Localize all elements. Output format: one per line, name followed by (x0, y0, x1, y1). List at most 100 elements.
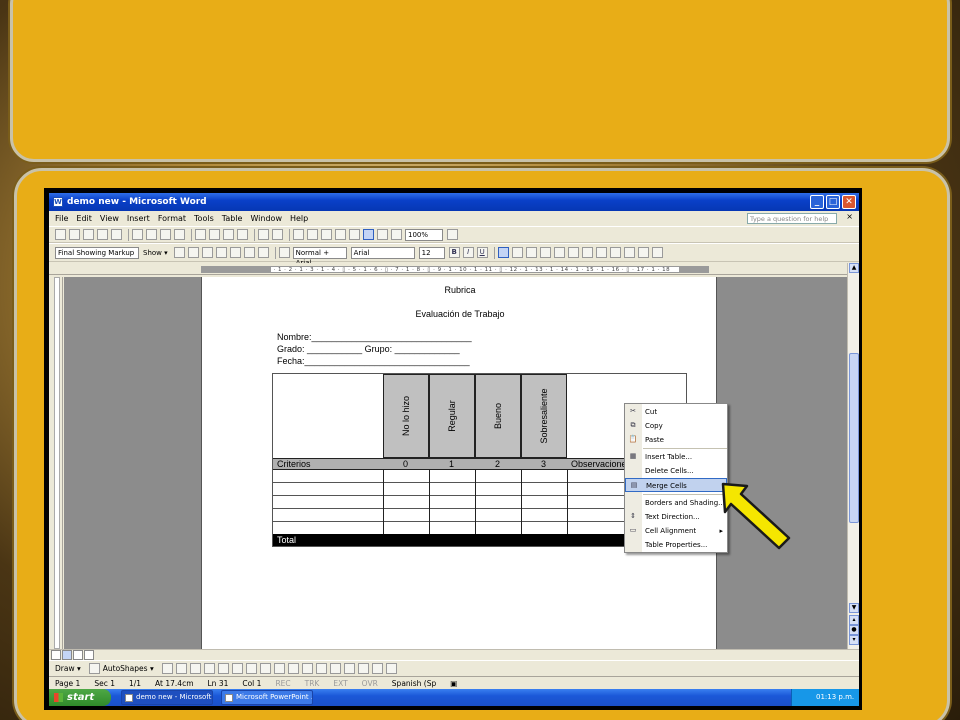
open-folder-icon[interactable] (69, 229, 80, 240)
previous-change-icon[interactable] (173, 247, 185, 258)
next-change-icon[interactable] (187, 247, 199, 258)
dash-style-icon[interactable] (343, 663, 355, 674)
new-document-icon[interactable] (55, 229, 66, 240)
copy-icon[interactable] (209, 229, 220, 240)
close-document-icon[interactable]: × (846, 212, 853, 221)
next-page-icon[interactable]: ▾ (849, 635, 859, 645)
vertical-ruler[interactable] (49, 277, 63, 649)
normal-view-icon[interactable] (51, 650, 61, 660)
accept-change-icon[interactable] (201, 247, 213, 258)
taskbar-powerpoint[interactable]: Microsoft PowerPoint ... (221, 690, 313, 705)
zoom-select[interactable]: 100% (405, 228, 443, 241)
align-right-icon[interactable] (525, 247, 537, 258)
menu-edit[interactable]: Edit (76, 214, 92, 223)
taskbar-word[interactable]: demo new - Microsoft... (121, 690, 213, 705)
bullets-icon[interactable] (581, 247, 593, 258)
cut-icon[interactable] (195, 229, 206, 240)
menu-window[interactable]: Window (250, 214, 282, 223)
menu-tools[interactable]: Tools (194, 214, 214, 223)
vertical-scrollbar[interactable]: ▲ ▼ ▴ ● ▾ (847, 263, 859, 649)
menu-cut[interactable]: ✂ Cut (625, 405, 727, 419)
document-map-icon[interactable] (377, 229, 388, 240)
numbering-icon[interactable] (567, 247, 579, 258)
show-markup-button[interactable]: Show ▾ (143, 249, 168, 257)
bold-icon[interactable]: B (448, 247, 460, 258)
increase-indent-icon[interactable] (609, 247, 621, 258)
line-spacing-icon[interactable] (553, 247, 565, 258)
underline-icon[interactable]: U (476, 247, 488, 258)
spelling-icon[interactable] (160, 229, 171, 240)
line-icon[interactable] (161, 663, 173, 674)
line-color-icon[interactable] (301, 663, 313, 674)
help-icon[interactable] (447, 229, 458, 240)
3d-style-icon[interactable] (385, 663, 397, 674)
scroll-thumb[interactable] (849, 353, 859, 523)
insert-table-icon[interactable] (321, 229, 332, 240)
borders-icon[interactable] (623, 247, 635, 258)
spelling-status-icon[interactable]: ▣ (450, 679, 457, 688)
markup-view-select[interactable]: Final Showing Markup (55, 246, 139, 259)
style-select[interactable]: Normal + Arial (292, 246, 347, 267)
save-icon[interactable] (83, 229, 94, 240)
previous-page-icon[interactable]: ▴ (849, 615, 859, 625)
print-layout-icon[interactable] (73, 650, 83, 660)
status-trk[interactable]: TRK (305, 679, 320, 688)
menu-table[interactable]: Table (222, 214, 243, 223)
wordart-icon[interactable] (231, 663, 243, 674)
track-changes-icon[interactable] (243, 247, 255, 258)
select-objects-icon[interactable] (88, 663, 100, 674)
comment-icon[interactable] (229, 247, 241, 258)
menu-insert[interactable]: Insert (127, 214, 150, 223)
font-select[interactable]: Arial (350, 246, 415, 259)
select-browse-object-icon[interactable]: ● (849, 625, 859, 635)
outline-view-icon[interactable] (84, 650, 94, 660)
help-search-input[interactable]: Type a question for help (747, 213, 837, 224)
format-painter-icon[interactable] (237, 229, 248, 240)
header-no-lo-hizo[interactable]: No lo hizo (383, 374, 429, 458)
rectangle-icon[interactable] (189, 663, 201, 674)
insert-excel-icon[interactable] (335, 229, 346, 240)
menu-paste[interactable]: 📋 Paste (625, 433, 727, 447)
menu-view[interactable]: View (100, 214, 119, 223)
show-hide-icon[interactable] (391, 229, 402, 240)
columns-icon[interactable] (349, 229, 360, 240)
arrow-icon[interactable] (175, 663, 187, 674)
autoshapes-menu-button[interactable]: AutoShapes ▾ (103, 664, 154, 673)
fill-color-icon[interactable] (287, 663, 299, 674)
close-button[interactable]: ✕ (842, 195, 856, 209)
undo-icon[interactable] (258, 229, 269, 240)
highlight-icon[interactable] (637, 247, 649, 258)
status-ext[interactable]: EXT (333, 679, 347, 688)
line-style-icon[interactable] (329, 663, 341, 674)
decrease-indent-icon[interactable] (595, 247, 607, 258)
email-icon[interactable] (111, 229, 122, 240)
title-bar[interactable]: W demo new - Microsoft Word _ □ ✕ (49, 193, 859, 211)
print-preview-icon[interactable] (146, 229, 157, 240)
arrow-style-icon[interactable] (357, 663, 369, 674)
reject-change-icon[interactable] (215, 247, 227, 258)
hyperlink-icon[interactable] (293, 229, 304, 240)
font-size-select[interactable]: 12 (418, 246, 445, 259)
shadow-style-icon[interactable] (371, 663, 383, 674)
paste-icon[interactable] (223, 229, 234, 240)
status-rec[interactable]: REC (275, 679, 290, 688)
redo-icon[interactable] (272, 229, 283, 240)
header-regular[interactable]: Regular (429, 374, 475, 458)
menu-insert-table[interactable]: ▦ Insert Table... (625, 450, 727, 464)
header-sobresaliente[interactable]: Sobresaliente (521, 374, 567, 458)
picture-icon[interactable] (273, 663, 285, 674)
scroll-down-icon[interactable]: ▼ (849, 603, 859, 613)
drawing-icon[interactable] (363, 229, 374, 240)
tables-borders-icon[interactable] (307, 229, 318, 240)
status-ovr[interactable]: OVR (362, 679, 378, 688)
horizontal-ruler[interactable]: 3 · 1 · 2 · 1 · 1 · ▽ · 1 · 1 · 2 · 1 · … (49, 263, 859, 275)
research-icon[interactable] (174, 229, 185, 240)
align-center-icon[interactable] (511, 247, 523, 258)
scroll-up-icon[interactable]: ▲ (849, 263, 859, 273)
align-left-icon[interactable] (497, 247, 509, 258)
justify-icon[interactable] (539, 247, 551, 258)
permission-icon[interactable] (97, 229, 108, 240)
draw-menu-button[interactable]: Draw ▾ (55, 664, 81, 673)
font-color-draw-icon[interactable] (315, 663, 327, 674)
header-bueno[interactable]: Bueno (475, 374, 521, 458)
